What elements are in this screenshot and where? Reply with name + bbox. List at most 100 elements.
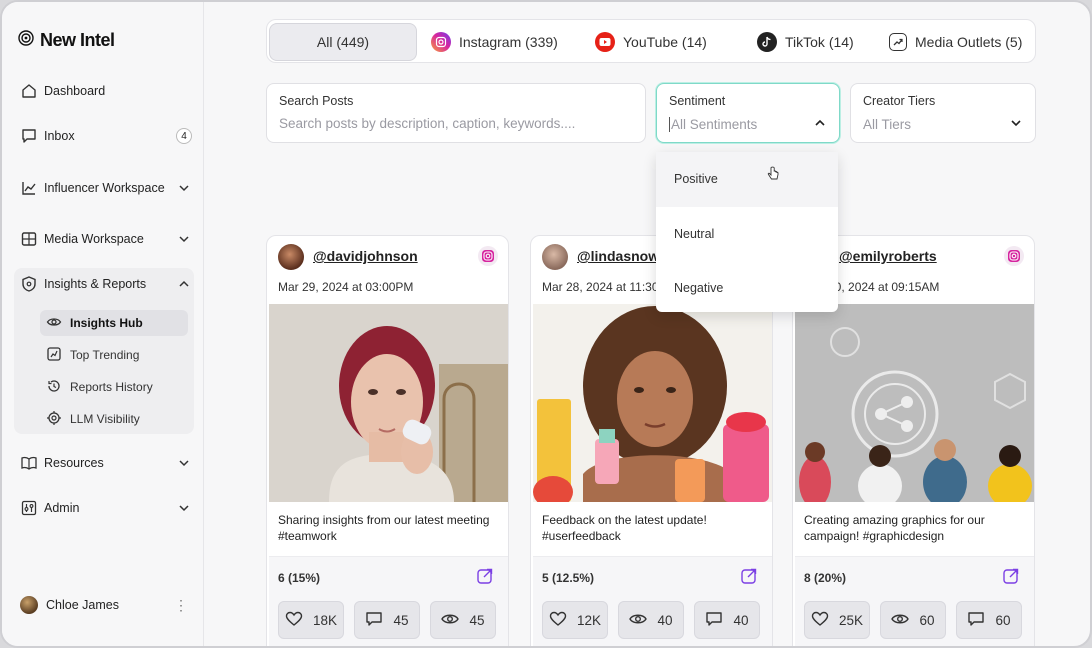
post-handle[interactable]: @lindasnow <box>577 248 659 264</box>
post-image[interactable] <box>533 304 772 502</box>
chevron-up-icon[interactable] <box>813 116 827 133</box>
user-name: Chloe James <box>46 598 119 612</box>
post-card[interactable]: @davidjohnson Mar 29, 2024 at 03:00PM Sh… <box>266 235 509 646</box>
chevron-up-icon[interactable] <box>174 278 194 290</box>
comments-stat[interactable]: 45 <box>354 601 420 639</box>
sidebar-item-label: Media Workspace <box>44 232 144 246</box>
avatar <box>20 596 38 614</box>
post-caption: Feedback on the latest update! #userfeed… <box>542 513 707 543</box>
sidebar-subitem-insights-hub[interactable]: Insights Hub <box>40 310 188 336</box>
tab-instagram[interactable]: Instagram (339) <box>431 23 558 61</box>
views-stat[interactable]: 40 <box>618 601 684 639</box>
sentiment-value: All Sentiments <box>669 117 758 132</box>
post-caption: Creating amazing graphics for our campai… <box>804 513 985 543</box>
inbox-count-badge: 4 <box>176 128 192 144</box>
chevron-down-icon[interactable] <box>1009 116 1023 133</box>
creator-tiers-select[interactable]: Creator Tiers All Tiers <box>850 83 1036 143</box>
tab-media-outlets[interactable]: Media Outlets (5) <box>889 23 1022 61</box>
tab-youtube[interactable]: YouTube (14) <box>595 23 707 61</box>
comment-icon <box>967 611 985 630</box>
platform-tabs: All (449) Instagram (339) YouTube (14) T… <box>266 19 1036 63</box>
option-negative[interactable]: Negative <box>656 261 838 316</box>
more-vertical-icon[interactable]: ⋮ <box>174 597 188 614</box>
chevron-down-icon[interactable] <box>174 182 194 194</box>
external-link-icon[interactable] <box>476 567 494 590</box>
sidebar-item-label: Dashboard <box>44 84 106 98</box>
trend-icon <box>46 346 62 365</box>
views-count: 45 <box>469 612 485 628</box>
chevron-down-icon[interactable] <box>174 457 194 469</box>
sidebar-subitem-llm-visibility[interactable]: LLM Visibility <box>40 406 188 432</box>
sidebar: New Intel Dashboard Inbox 4 Influencer W… <box>2 2 204 646</box>
user-profile[interactable]: Chloe James ⋮ <box>20 596 188 614</box>
history-icon <box>46 378 62 397</box>
external-link-icon[interactable] <box>1002 567 1020 590</box>
chevron-down-icon[interactable] <box>174 233 194 245</box>
likes-stat[interactable]: 18K <box>278 601 344 639</box>
avatar <box>278 244 304 270</box>
sidebar-item-dashboard[interactable]: Dashboard <box>14 82 194 100</box>
comments-count: 40 <box>733 612 749 628</box>
search-posts-field[interactable]: Search Posts Search posts by description… <box>266 83 646 143</box>
comments-stat[interactable]: 60 <box>956 601 1022 639</box>
views-stat[interactable]: 60 <box>880 601 946 639</box>
sidebar-item-label: Admin <box>44 501 80 515</box>
views-count: 60 <box>919 612 935 628</box>
brand-name: New Intel <box>40 30 115 50</box>
trend-up-icon <box>889 33 907 51</box>
tab-label: Media Outlets (5) <box>915 34 1023 50</box>
comments-count: 45 <box>393 612 409 628</box>
sidebar-item-influencer-workspace[interactable]: Influencer Workspace <box>14 171 194 205</box>
tab-label: TikTok (14) <box>785 34 854 50</box>
option-label: Negative <box>674 281 724 296</box>
option-label: Neutral <box>674 226 715 241</box>
sidebar-subitem-reports-history[interactable]: Reports History <box>40 374 188 400</box>
views-stat[interactable]: 45 <box>430 601 496 639</box>
post-date: Mar 29, 2024 at 03:00PM <box>278 280 414 294</box>
eye-icon <box>629 612 648 629</box>
sidebar-item-label: Influencer Workspace <box>44 181 165 195</box>
post-image[interactable] <box>269 304 508 502</box>
tab-tiktok[interactable]: TikTok (14) <box>757 23 854 61</box>
tab-label: All (449) <box>316 34 370 50</box>
field-label: Creator Tiers <box>863 94 936 108</box>
field-label: Search Posts <box>279 94 354 108</box>
comments-count: 60 <box>995 612 1011 628</box>
likes-count: 25K <box>838 612 864 628</box>
likes-stat[interactable]: 12K <box>542 601 608 639</box>
sentiment-dropdown: Positive Neutral Negative <box>656 152 838 312</box>
sentiment-select[interactable]: Sentiment All Sentiments <box>656 83 840 143</box>
instagram-icon <box>1004 246 1024 266</box>
post-handle[interactable]: @emilyroberts <box>839 248 937 264</box>
sidebar-item-inbox[interactable]: Inbox 4 <box>14 127 194 145</box>
app-window: New Intel Dashboard Inbox 4 Influencer W… <box>0 0 1092 648</box>
post-caption: Sharing insights from our latest meeting… <box>278 513 490 543</box>
option-neutral[interactable]: Neutral <box>656 207 838 262</box>
heart-icon <box>549 611 567 630</box>
search-input[interactable]: Search posts by description, caption, ke… <box>279 116 633 131</box>
sidebar-item-resources[interactable]: Resources <box>14 454 194 472</box>
post-image[interactable] <box>795 304 1034 502</box>
sidebar-item-admin[interactable]: Admin <box>14 499 194 517</box>
instagram-icon <box>478 246 498 266</box>
tab-label: YouTube (14) <box>623 34 707 50</box>
likes-stat[interactable]: 25K <box>804 601 870 639</box>
sidebar-item-media-workspace[interactable]: Media Workspace <box>14 230 194 248</box>
comments-stat[interactable]: 40 <box>694 601 760 639</box>
views-count: 40 <box>657 612 673 628</box>
sidebar-subitem-top-trending[interactable]: Top Trending <box>40 342 188 368</box>
eye-icon <box>441 612 460 629</box>
post-handle[interactable]: @davidjohnson <box>313 248 418 264</box>
external-link-icon[interactable] <box>740 567 758 590</box>
option-positive[interactable]: Positive <box>656 152 838 207</box>
chevron-down-icon[interactable] <box>174 502 194 514</box>
hand-cursor-icon <box>766 166 780 185</box>
eye-icon <box>891 612 910 629</box>
brand[interactable]: New Intel <box>18 30 115 51</box>
sidebar-item-label: Insights & Reports <box>44 277 147 291</box>
tab-all[interactable]: All (449) <box>269 23 417 61</box>
sidebar-subitem-label: Insights Hub <box>70 316 143 330</box>
heart-icon <box>285 611 303 630</box>
media-icon <box>14 230 44 248</box>
sidebar-item-insights-reports[interactable]: Insights & Reports <box>14 275 194 293</box>
